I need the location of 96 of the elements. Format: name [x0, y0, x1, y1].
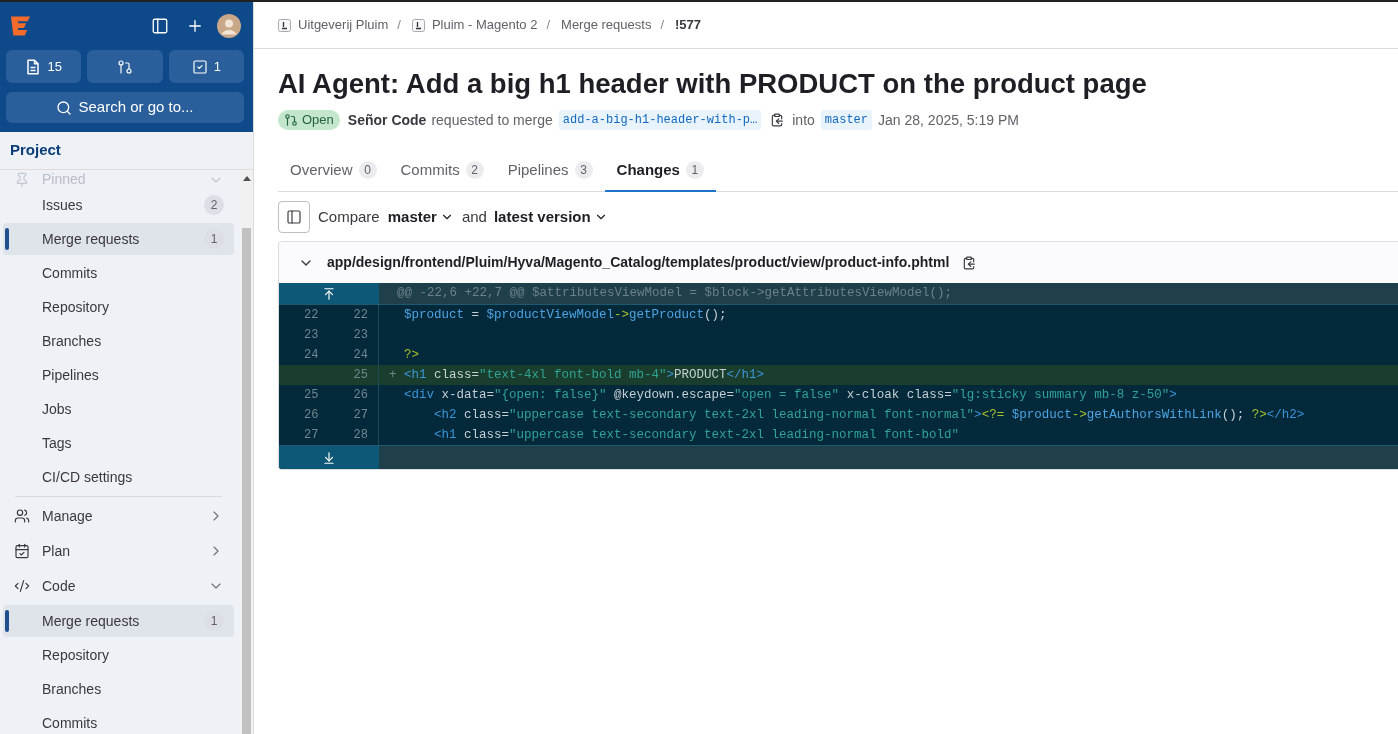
- todos-button[interactable]: 1: [168, 50, 244, 83]
- tab[interactable]: Changes 1: [604, 150, 716, 192]
- breadcrumb-separator: /: [397, 16, 401, 35]
- nav-item[interactable]: Issues 2: [3, 189, 234, 221]
- base-version-dropdown[interactable]: master: [387, 205, 454, 229]
- issues-button[interactable]: 15: [6, 50, 82, 83]
- scroll-up-arrow-icon[interactable]: [242, 176, 251, 181]
- merge-requests-button[interactable]: [87, 50, 163, 83]
- line-number: 24: [353, 347, 368, 364]
- head-version-dropdown[interactable]: latest version: [493, 205, 608, 229]
- count-badge: 1: [204, 229, 224, 249]
- checkbox-icon: [191, 58, 208, 75]
- merge-request-icon: [284, 113, 298, 127]
- file-path[interactable]: app/design/frontend/Pluim/Hyva/Magento_Catalog/templates/product/view/product-info.phtml: [327, 252, 950, 273]
- expand-down-icon: [322, 450, 336, 465]
- nav-item[interactable]: Branches: [3, 673, 234, 705]
- code-line: <div x-data="{open: false}" @keydown.escape="open = false" x-cloak class="lg:sticky summary mb-8 z-50">: [404, 386, 1177, 404]
- search-button[interactable]: Search or go to...: [6, 92, 244, 123]
- line-number: 28: [353, 427, 368, 444]
- nav-item[interactable]: Repository: [3, 639, 234, 671]
- hunk-header: @@ -22,6 +22,7 @@ $attributesViewModel = $block->getAttributesViewModel();: [379, 283, 1398, 304]
- line-number: 22: [353, 307, 368, 324]
- line-number: 22: [304, 307, 319, 324]
- status-text: Open: [302, 111, 334, 130]
- scrollbar-thumb[interactable]: [242, 228, 251, 734]
- tab[interactable]: Commits 2: [388, 150, 496, 192]
- line-number: 25: [304, 387, 319, 404]
- line-number: 23: [353, 327, 368, 344]
- copy-icon[interactable]: [962, 255, 977, 270]
- section-title: Project: [10, 140, 61, 161]
- nav-group-toggle[interactable]: Plan: [3, 535, 234, 567]
- line-number: 27: [304, 427, 319, 444]
- merge-request-title: AI Agent: Add a big h1 header with PRODUCT on the product page: [278, 67, 1148, 101]
- nav-item[interactable]: Commits: [3, 707, 234, 734]
- line-number: 23: [304, 327, 319, 344]
- active-indicator: [5, 228, 9, 250]
- panel-left-icon: [151, 17, 169, 35]
- nav-item[interactable]: Branches: [3, 325, 234, 357]
- toggle-file-tree-button[interactable]: [278, 201, 310, 233]
- compare-label: Compare: [318, 206, 380, 227]
- code-line: <h1 class="text-4xl font-bold mb-4">PRODUCT</h1>: [404, 366, 765, 384]
- source-branch[interactable]: add-a-big-h1-header-with-p…: [558, 110, 762, 130]
- code-line: ?>: [404, 346, 419, 364]
- created-date: Jan 28, 2025, 5:19 PM: [878, 110, 1019, 130]
- nav-item[interactable]: Merge requests 1: [3, 605, 234, 637]
- document-icon: [25, 58, 42, 75]
- count-badge: 3: [574, 161, 593, 179]
- count-badge: 2: [465, 161, 484, 179]
- line-number: 24: [304, 347, 319, 364]
- avatar-icon[interactable]: [217, 14, 241, 38]
- pin-icon: [14, 171, 30, 188]
- code-line: $product = $productViewModel->getProduct();: [404, 306, 727, 324]
- nav-item[interactable]: Tags: [3, 427, 234, 459]
- breadcrumb-link[interactable]: !577: [675, 15, 702, 35]
- panel-left-icon: [286, 209, 302, 225]
- copy-icon[interactable]: [770, 113, 785, 127]
- joiner-text: and: [461, 206, 487, 227]
- nav-group-toggle[interactable]: Code: [3, 570, 234, 602]
- nav-item[interactable]: Merge requests 1: [3, 223, 234, 255]
- code-line: <h1 class="uppercase text-secondary text-2xl leading-normal font-bold": [434, 426, 960, 444]
- breadcrumb-link[interactable]: Uitgeverij Pluim: [278, 15, 389, 35]
- nav-item[interactable]: Pipelines: [3, 359, 234, 391]
- code-icon: [14, 578, 30, 594]
- line-number: 26: [353, 387, 368, 404]
- logo-icon[interactable]: [10, 15, 31, 37]
- count-badge: 1: [204, 611, 224, 631]
- calendar-icon: [14, 543, 30, 559]
- author-name[interactable]: Señor Code: [347, 109, 427, 131]
- action-text: requested to merge: [431, 110, 553, 130]
- count-badge: 0: [358, 161, 377, 179]
- nav-item[interactable]: Commits: [3, 257, 234, 289]
- breadcrumb-separator: /: [546, 16, 551, 35]
- plus-icon: [186, 17, 204, 35]
- code-line: <h2 class="uppercase text-secondary text-2xl leading-normal font-normal"><?= $product->getAuthorsWithLink(); ?></h2>: [434, 406, 1305, 424]
- diff-sign: +: [389, 366, 397, 384]
- tab[interactable]: Pipelines 3: [495, 150, 605, 192]
- line-number: 27: [353, 407, 368, 424]
- count-badge: 2: [204, 195, 224, 215]
- active-indicator: [5, 610, 9, 632]
- connector-text: into: [792, 110, 815, 130]
- nav-item[interactable]: Jobs: [3, 393, 234, 425]
- line-number: 26: [304, 407, 319, 424]
- target-branch[interactable]: master: [820, 110, 873, 130]
- breadcrumb-link[interactable]: Pluim - Magento 2: [411, 15, 538, 35]
- count-badge: 1: [685, 161, 704, 179]
- breadcrumb-link[interactable]: Merge requests: [561, 15, 652, 35]
- people-icon: [14, 508, 30, 524]
- nav-item[interactable]: CI/CD settings: [3, 461, 234, 493]
- breadcrumb-separator: /: [660, 16, 664, 35]
- expand-up-icon: [322, 286, 336, 301]
- tab[interactable]: Overview 0: [278, 150, 389, 192]
- search-icon: [56, 99, 73, 116]
- merge-request-icon: [117, 58, 133, 75]
- nav-group-toggle[interactable]: Manage: [3, 500, 234, 532]
- nav-item[interactable]: Repository: [3, 291, 234, 323]
- line-number: 25: [353, 367, 368, 384]
